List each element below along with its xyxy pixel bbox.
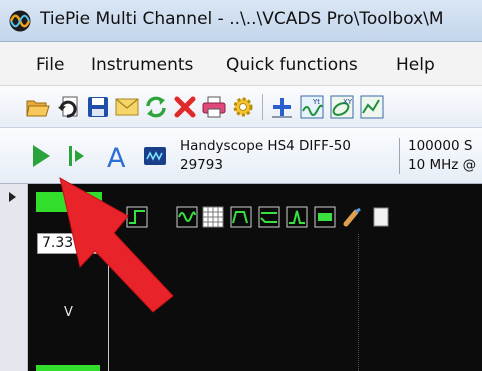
- device-serial: 29793: [180, 157, 223, 173]
- step-graph-icon: [126, 206, 148, 228]
- graph-icon: [360, 95, 384, 119]
- pulse-view-button[interactable]: [228, 204, 254, 230]
- printer-icon: [202, 96, 226, 118]
- menu-quick-functions[interactable]: Quick functions: [226, 55, 358, 75]
- measure-view-button[interactable]: [174, 204, 200, 230]
- menu-help[interactable]: Help: [396, 55, 435, 75]
- menu-file[interactable]: File: [36, 55, 64, 75]
- xy-graph-button[interactable]: XY: [328, 93, 356, 121]
- yt-graph-button[interactable]: Yt: [298, 93, 326, 121]
- expand-arrow-icon[interactable]: [9, 192, 16, 202]
- left-panel-strip: [0, 184, 28, 371]
- menu-instruments[interactable]: Instruments: [91, 55, 193, 75]
- waveform-graph-icon: [176, 206, 198, 228]
- refresh-document-icon: [58, 96, 78, 118]
- meter-view-button[interactable]: [312, 204, 338, 230]
- single-shot-button[interactable]: [62, 141, 92, 171]
- play-icon: [33, 145, 50, 167]
- value-readout[interactable]: 7.33 3: [37, 233, 105, 254]
- close-button[interactable]: [171, 93, 199, 121]
- open-folder-icon: [26, 100, 50, 117]
- rise-view-button[interactable]: [284, 204, 310, 230]
- gear-icon: [233, 97, 253, 117]
- digital-meter-icon: [314, 206, 336, 228]
- record-length: 100000 S: [408, 138, 473, 154]
- scope-display: 7.33 3 V: [28, 184, 482, 371]
- red-x-icon: [174, 96, 196, 118]
- auto-setup-button[interactable]: A: [103, 141, 133, 171]
- floppy-disk-icon: [88, 97, 108, 117]
- blue-plus-icon: [272, 98, 292, 118]
- document-icon: [373, 207, 389, 227]
- vertical-axis: [108, 222, 109, 371]
- graph-button[interactable]: [358, 93, 386, 121]
- email-button[interactable]: [113, 93, 141, 121]
- probe-button[interactable]: [340, 204, 366, 230]
- axis-unit-label: V: [64, 305, 73, 320]
- settings-button[interactable]: [229, 93, 257, 121]
- add-instrument-button[interactable]: [268, 93, 296, 121]
- level-graph-icon: [258, 206, 280, 228]
- scope-toolbar: [104, 204, 482, 234]
- instrument-bar: A Handyscope HS4 DIFF-50 29793 100000 S …: [0, 128, 482, 184]
- start-measurement-button[interactable]: [26, 141, 56, 171]
- title-bar: TiePie Multi Channel - ..\..\VCADS Pro\T…: [0, 0, 482, 42]
- instrument-separator: [399, 138, 400, 174]
- grid-line: [358, 234, 359, 371]
- step-view-button[interactable]: [124, 204, 150, 230]
- open-folder-button[interactable]: [24, 93, 52, 121]
- probe-icon: [343, 207, 361, 227]
- reload-file-button[interactable]: [55, 93, 83, 121]
- instrument-settings-button[interactable]: [140, 141, 170, 171]
- envelope-icon: [115, 98, 139, 116]
- level-view-button[interactable]: [256, 204, 282, 230]
- xy-graph-icon: XY: [330, 95, 354, 119]
- auto-a-icon: A: [107, 143, 126, 170]
- sample-frequency: 10 MHz @: [408, 157, 477, 173]
- main-toolbar: Yt XY: [0, 86, 482, 128]
- print-button[interactable]: [200, 93, 228, 121]
- svg-text:Yt: Yt: [312, 98, 320, 106]
- toolbar-separator: [262, 94, 263, 120]
- device-name: Handyscope HS4 DIFF-50: [180, 138, 351, 154]
- svg-text:XY: XY: [343, 98, 353, 106]
- channel-tab[interactable]: [36, 192, 102, 212]
- document-button[interactable]: [368, 204, 394, 230]
- svg-text:A: A: [107, 143, 126, 170]
- oscilloscope-icon: [144, 147, 166, 165]
- refresh-arrows-icon: [146, 96, 166, 118]
- window-title: TiePie Multi Channel - ..\..\VCADS Pro\T…: [40, 9, 444, 29]
- channel-indicator: [36, 365, 100, 371]
- rise-graph-icon: [286, 206, 308, 228]
- yt-graph-icon: Yt: [300, 95, 324, 119]
- tiepie-logo-icon: [9, 10, 31, 32]
- save-button[interactable]: [84, 93, 112, 121]
- grid-table-icon: [202, 206, 224, 228]
- menu-bar: File Instruments Quick functions Help: [0, 42, 482, 86]
- grid-view-button[interactable]: [200, 204, 226, 230]
- single-play-icon: [69, 146, 84, 166]
- pulse-graph-icon: [230, 206, 252, 228]
- refresh-button[interactable]: [142, 93, 170, 121]
